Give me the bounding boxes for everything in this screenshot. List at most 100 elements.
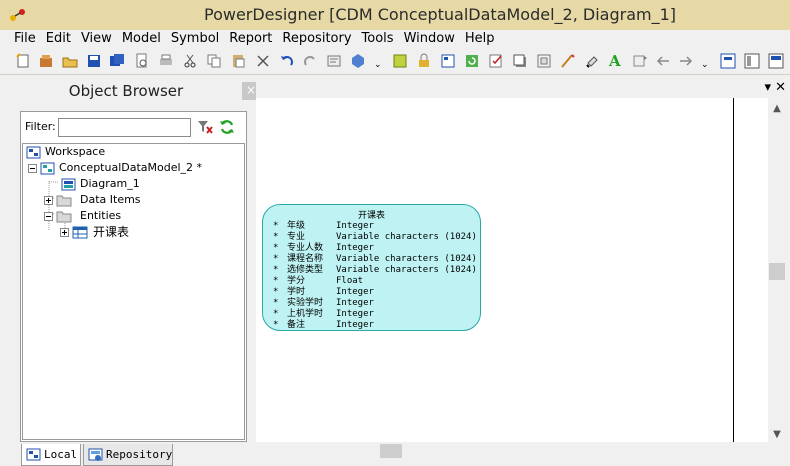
entity-icon — [72, 226, 88, 239]
menu-edit[interactable]: Edit — [41, 30, 76, 48]
menu-file[interactable]: File — [9, 30, 41, 48]
horizontal-scroll-thumb[interactable] — [380, 444, 402, 458]
paste-icon[interactable] — [230, 53, 246, 69]
collapse-icon[interactable] — [28, 164, 37, 173]
attribute-name: 课程名称 — [287, 254, 324, 264]
redo-icon[interactable] — [302, 53, 318, 69]
check-icon[interactable] — [488, 53, 504, 69]
tab-repository[interactable]: Repository — [83, 444, 173, 466]
tree-item-workspace[interactable]: Workspace — [23, 144, 243, 160]
menu-window[interactable]: Window — [399, 30, 460, 48]
menu-tools[interactable]: Tools — [357, 30, 399, 48]
tree-item-label: 开课表 — [93, 225, 130, 239]
menu-view[interactable]: View — [76, 30, 117, 48]
line-style-icon[interactable] — [560, 53, 576, 69]
entity-symbol[interactable]: 开课表 * 年级 Integer * 专业 Variable character… — [262, 204, 481, 331]
open-icon[interactable] — [62, 53, 78, 69]
shadow-icon[interactable] — [512, 53, 528, 69]
mandatory-marker: * — [273, 254, 279, 264]
diagram-view-icon[interactable] — [440, 53, 456, 69]
tab-local[interactable]: Local — [21, 444, 81, 466]
package-icon[interactable] — [392, 53, 408, 69]
workspace-icon — [26, 146, 41, 159]
attribute-name: 实验学时 — [287, 298, 324, 308]
folder-open-icon — [56, 211, 72, 223]
toolbar-overflow-2-icon[interactable]: ⌄ — [701, 60, 709, 70]
mandatory-marker: * — [273, 276, 279, 286]
refresh-diagram-icon[interactable] — [464, 53, 480, 69]
expand-icon[interactable] — [44, 196, 53, 205]
scroll-up-icon[interactable]: ▲ — [772, 103, 782, 114]
tree-item-label: ConceptualDataModel_2 * — [59, 161, 203, 174]
toolbar-overflow-1-icon[interactable]: ⌄ — [374, 60, 382, 70]
print-preview-icon[interactable] — [134, 53, 150, 69]
vertical-scrollbar[interactable]: ▲ ▼ — [768, 98, 786, 452]
tree-item-label: Data Items — [80, 193, 141, 206]
attribute-name: 年级 — [287, 221, 306, 231]
print-icon[interactable] — [158, 53, 174, 69]
forward-icon[interactable] — [678, 53, 694, 69]
entity-name: 开课表 — [357, 211, 385, 221]
cut-icon[interactable] — [182, 53, 198, 69]
palette-icon[interactable] — [720, 53, 736, 69]
undo-icon[interactable] — [279, 53, 295, 69]
refresh-icon[interactable] — [219, 119, 235, 135]
tree-item-diagram[interactable]: Diagram_1 — [23, 176, 243, 192]
browser-toggle-icon[interactable] — [744, 53, 760, 69]
folder-icon — [56, 195, 72, 207]
attribute-name: 选修类型 — [287, 265, 324, 275]
menu-repository[interactable]: Repository — [277, 30, 356, 48]
save-all-icon[interactable] — [109, 53, 125, 69]
tree-item-model[interactable]: ConceptualDataModel_2 * — [23, 160, 243, 176]
back-icon[interactable] — [655, 53, 671, 69]
group-icon[interactable] — [536, 53, 552, 69]
mandatory-marker: * — [273, 265, 279, 275]
diagram-icon — [61, 178, 76, 191]
mandatory-marker: * — [273, 243, 279, 253]
object-browser-panel: Filter: Workspace ConceptualDataModel_2 … — [20, 111, 247, 442]
attribute-type: Integer — [336, 221, 374, 231]
horizontal-scrollbar[interactable] — [256, 442, 768, 460]
attribute-name: 学分 — [287, 276, 306, 286]
scroll-down-icon[interactable]: ▼ — [772, 429, 782, 440]
align-icon[interactable] — [632, 53, 648, 69]
attribute-name: 上机学时 — [287, 309, 324, 319]
attribute-name: 备注 — [287, 320, 306, 330]
model-icon — [40, 162, 55, 175]
menu-report[interactable]: Report — [224, 30, 277, 48]
diagram-window-controls[interactable]: ▾ ✕ — [764, 80, 786, 95]
new-icon[interactable] — [15, 53, 31, 69]
vertical-scroll-thumb[interactable] — [769, 263, 785, 280]
attribute-type: Integer — [336, 320, 374, 330]
menu-model[interactable]: Model — [117, 30, 166, 48]
local-workspace-icon — [26, 448, 41, 461]
delete-icon[interactable] — [255, 53, 271, 69]
menu-bar: File Edit View Model Symbol Report Repos… — [0, 30, 790, 48]
properties-icon[interactable] — [326, 53, 342, 69]
clear-filter-icon[interactable] — [197, 120, 213, 134]
tree-item-label: Workspace — [45, 145, 106, 158]
lock-icon[interactable] — [416, 53, 432, 69]
font-icon[interactable]: A — [609, 52, 621, 70]
fill-icon[interactable] — [584, 53, 600, 69]
collapse-icon[interactable] — [44, 212, 53, 221]
tree-item-entities[interactable]: Entities — [23, 208, 243, 224]
check-model-icon[interactable] — [350, 53, 366, 69]
menu-symbol[interactable]: Symbol — [166, 30, 224, 48]
attribute-type: Variable characters (1024) — [336, 232, 477, 242]
save-icon[interactable] — [86, 53, 102, 69]
copy-icon[interactable] — [206, 53, 222, 69]
attribute-type: Integer — [336, 298, 374, 308]
mandatory-marker: * — [273, 298, 279, 308]
attribute-name: 学时 — [287, 287, 306, 297]
expand-icon[interactable] — [60, 228, 69, 237]
output-toggle-icon[interactable] — [768, 53, 784, 69]
object-tree: Workspace ConceptualDataModel_2 * Diagra… — [22, 143, 245, 440]
menu-help[interactable]: Help — [460, 30, 500, 48]
filter-input[interactable] — [58, 118, 191, 137]
attribute-type: Variable characters (1024) — [336, 265, 477, 275]
tree-item-data-items[interactable]: Data Items — [23, 192, 243, 208]
new-project-icon[interactable] — [38, 53, 54, 69]
tree-item-entity[interactable]: 开课表 — [23, 224, 243, 240]
tree-item-label: Entities — [80, 209, 122, 222]
